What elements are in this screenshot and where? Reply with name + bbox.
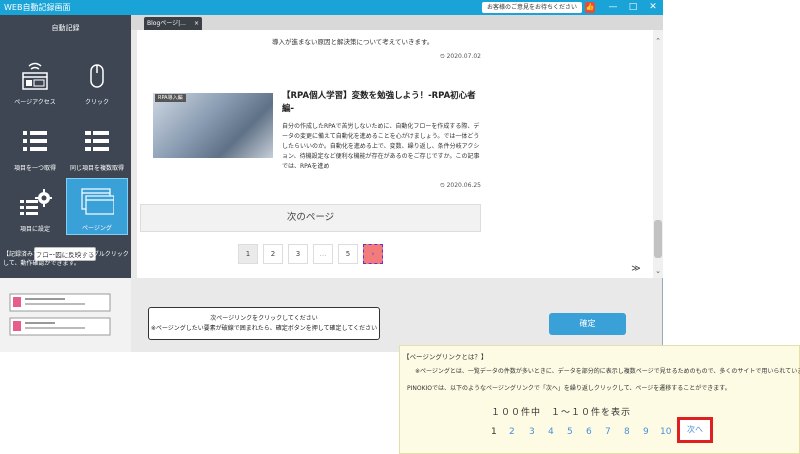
sample-page-5: 5 xyxy=(567,427,573,437)
tool-label: 項目に設定 xyxy=(19,226,50,233)
sample-page-3: 3 xyxy=(529,427,535,437)
title-bar: WEB自動記録画面 お客様のご意見をお待ちください 👍 — □ ✕ xyxy=(0,0,663,15)
tool-get-multiple-items[interactable]: 同じ項目を複数取得 xyxy=(66,119,128,174)
confirm-button[interactable]: 確定 xyxy=(549,313,626,335)
instruction-line-2: ※ページングしたい要素が破線で囲まれたら、確定ボタンを押して確定してください xyxy=(150,325,378,332)
flow-diagram-thumbnail xyxy=(9,293,111,336)
post-date: ⏲ 2020.07.02 xyxy=(440,53,481,60)
page-5[interactable]: 5 xyxy=(338,244,358,264)
window-title: WEB自動記録画面 xyxy=(4,3,71,12)
tool-set-item[interactable]: 項目に設定 xyxy=(4,180,66,235)
sample-page-4: 4 xyxy=(548,427,554,437)
tool-paging[interactable]: ページング xyxy=(66,178,128,235)
tool-label: ページング xyxy=(82,225,112,232)
post-title[interactable]: 【RPA個人学習】変数を勉強しよう！-RPA初心者編- xyxy=(282,90,482,116)
sample-page-8: 8 xyxy=(624,427,630,437)
sidebar-note: 【記録済みフロー】アイコンをダブルクリックして、動作確認ができます。 xyxy=(3,251,129,267)
tool-click[interactable]: クリック xyxy=(66,53,128,108)
sample-page-10: 10 xyxy=(660,427,672,437)
browser-view: 導入が進まない原因と解決策について考えていきます。 ⏲ 2020.07.02 R… xyxy=(137,30,653,278)
tab-strip: Blogページ|... × xyxy=(131,15,663,30)
close-button[interactable]: ✕ xyxy=(643,0,663,15)
maximize-button[interactable]: □ xyxy=(623,0,643,15)
multi-list-icon xyxy=(85,131,109,151)
page-1[interactable]: 1 xyxy=(238,244,258,264)
help-panel: 【ページングリンクとは？】 ※ページングとは、一覧データの件数が多いときに、デー… xyxy=(399,345,800,454)
list-icon xyxy=(23,131,47,151)
mouse-icon xyxy=(90,64,104,88)
post-snippet: 導入が進まない原因と解決策について考えていきます。 xyxy=(272,38,434,46)
help-line-1: ※ページングとは、一覧データの件数が多いときに、データを部分的に表示し複数ページ… xyxy=(415,368,800,375)
tool-label: 項目を一つ取得 xyxy=(13,165,56,172)
sample-count-text: １００件中 １～１０件を表示 xyxy=(491,408,632,418)
page-ellipsis: … xyxy=(313,244,333,264)
tab-close-icon[interactable]: × xyxy=(194,17,199,30)
post-excerpt: 自分の作成したRPAで苦労しないために、自動化フローを作成する際、データの変更に… xyxy=(282,123,480,170)
scroll-down-icon[interactable]: ⌄ xyxy=(653,266,663,276)
paging-icon xyxy=(81,188,114,215)
instruction-box: 次ページリンクをクリックしてください ※ページングしたい要素が破線で囲まれたら、… xyxy=(148,307,380,340)
help-title: 【ページングリンクとは？】 xyxy=(403,353,488,361)
next-page-link[interactable]: 次のページ xyxy=(140,204,481,232)
category-badge: RPA導入編 xyxy=(155,94,186,102)
tab-label: Blogページ|... xyxy=(147,20,186,27)
page-2[interactable]: 2 xyxy=(263,244,283,264)
sidebar-heading: 自動記録 xyxy=(51,24,80,32)
tab-blog-page[interactable]: Blogページ|... × xyxy=(144,17,202,30)
gear-list-icon xyxy=(20,189,52,215)
tool-label: ページアクセス xyxy=(14,99,56,106)
sample-page-1: 1 xyxy=(491,427,497,437)
browser-window-icon xyxy=(22,62,48,90)
sample-page-9: 9 xyxy=(643,427,649,437)
help-line-2: PINOKIOでは、以下のようなページングリンクで「次へ」を繰り返しクリックして… xyxy=(407,385,731,392)
post-thumbnail[interactable] xyxy=(153,93,273,158)
tool-get-single-item[interactable]: 項目を一つ取得 xyxy=(4,119,66,174)
page-3[interactable]: 3 xyxy=(288,244,308,264)
instruction-line-1: 次ページリンクをクリックしてください xyxy=(210,315,318,322)
thumbs-up-icon[interactable]: 👍 xyxy=(585,2,595,13)
tool-page-access[interactable]: ページアクセス xyxy=(4,53,66,108)
scroll-up-icon[interactable]: ⌃ xyxy=(653,36,663,46)
sample-page-6: 6 xyxy=(586,427,592,437)
flow-preview[interactable] xyxy=(0,278,131,352)
scroll-top-button[interactable]: ≫ xyxy=(628,263,644,275)
tool-label: クリック xyxy=(84,99,109,106)
page-next-button[interactable]: › xyxy=(363,244,383,264)
sample-page-7: 7 xyxy=(605,427,611,437)
sample-page-2: 2 xyxy=(509,427,515,437)
app-root: WEB自動記録画面 お客様のご意見をお待ちください 👍 — □ ✕ 自動記録 ペ… xyxy=(0,0,800,454)
sample-next-link: 次へ xyxy=(677,417,713,443)
minimize-button[interactable]: — xyxy=(603,0,623,15)
tool-label: 同じ項目を複数取得 xyxy=(69,165,124,172)
post-date: ⏲ 2020.06.25 xyxy=(440,182,481,189)
feedback-button[interactable]: お客様のご意見をお待ちください xyxy=(482,2,582,13)
scrollbar-thumb[interactable] xyxy=(654,220,662,258)
